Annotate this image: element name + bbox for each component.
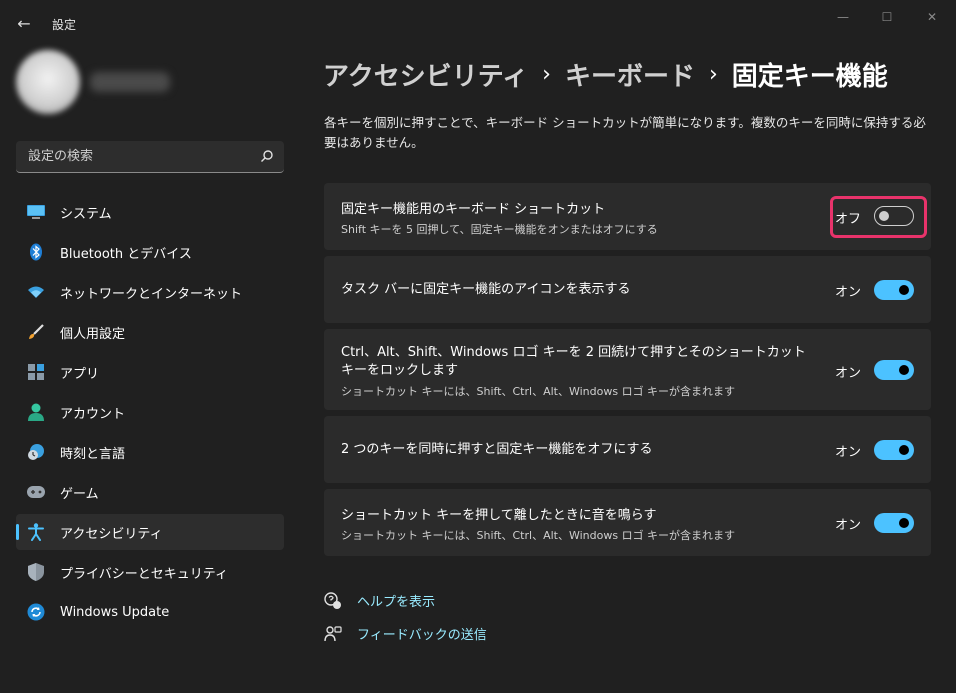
sidebar-item-accessibility[interactable]: アクセシビリティ: [16, 514, 284, 550]
minimize-icon: —: [837, 10, 849, 24]
toggle-state-label: オン: [834, 518, 861, 533]
lock-shortcut-keys-toggle[interactable]: [874, 360, 914, 380]
sidebar-item-label: Windows Update: [60, 604, 170, 620]
system-icon: [27, 203, 45, 221]
sidebar-item-windows-update[interactable]: Windows Update: [16, 594, 284, 630]
shield-icon: [27, 563, 45, 581]
search-box[interactable]: [16, 141, 284, 173]
setting-title: Ctrl、Alt、Shift、Windows ロゴ キーを 2 回続けて押すとそ…: [341, 345, 806, 360]
sidebar-item-label: ゲーム: [60, 486, 99, 502]
sidebar-item-personalization[interactable]: 個人用設定: [16, 314, 284, 350]
app-title: 設定: [52, 18, 77, 32]
close-button[interactable]: ✕: [918, 6, 946, 28]
setting-subtitle: ショートカット キーには、Shift、Ctrl、Alt、Windows ロゴ キ…: [341, 529, 736, 542]
page-title: 固定キー機能: [731, 62, 888, 92]
taskbar-icon-toggle[interactable]: [874, 280, 914, 300]
sidebar-item-time-language[interactable]: 時刻と言語: [16, 434, 284, 470]
title-bar: ← 設定 — ☐ ✕: [0, 0, 956, 48]
setting-title: タスク バーに固定キー機能のアイコンを表示する: [341, 282, 631, 297]
maximize-button[interactable]: ☐: [873, 6, 901, 28]
breadcrumb: アクセシビリティ › キーボード › 固定キー機能: [323, 56, 888, 93]
sidebar-item-label: アクセシビリティ: [60, 526, 163, 542]
sidebar-item-gaming[interactable]: ゲーム: [16, 474, 284, 510]
setting-title: ショートカット キーを押して離したときに音を鳴らす: [341, 508, 657, 523]
feedback-icon: [324, 625, 342, 641]
setting-subtitle: ショートカット キーには、Shift、Ctrl、Alt、Windows ロゴ キ…: [341, 385, 736, 398]
brush-icon: [27, 323, 45, 341]
feedback-link-label[interactable]: フィードバックの送信: [357, 624, 487, 643]
setting-two-keys-turn-off[interactable]: 2 つのキーを同時に押すと固定キー機能をオフにする オン: [324, 416, 931, 483]
sidebar-nav: システム Bluetooth とデバイス ネットワークとインターネット 個人用設…: [16, 194, 284, 634]
help-icon: [324, 591, 341, 609]
sidebar-item-bluetooth[interactable]: Bluetooth とデバイス: [16, 234, 284, 270]
toggle-state-label: オン: [834, 366, 861, 381]
sidebar-item-label: アカウント: [60, 406, 126, 422]
breadcrumb-accessibility[interactable]: アクセシビリティ: [323, 56, 528, 93]
setting-subtitle: Shift キーを 5 回押して、固定キー機能をオンまたはオフにする: [341, 223, 658, 236]
gamepad-icon: [27, 483, 45, 501]
sidebar-item-label: 時刻と言語: [60, 446, 126, 462]
setting-lock-shortcut-keys[interactable]: Ctrl、Alt、Shift、Windows ロゴ キーを 2 回続けて押すとそ…: [324, 329, 931, 410]
network-icon: [27, 283, 45, 301]
toggle-state-label: オン: [834, 445, 861, 460]
sidebar-item-label: システム: [60, 206, 112, 222]
page-description: 各キーを個別に押すことで、キーボード ショートカットが簡単になります。複数のキー…: [324, 115, 926, 150]
setting-taskbar-icon[interactable]: タスク バーに固定キー機能のアイコンを表示する オン: [324, 256, 931, 323]
minimize-button[interactable]: —: [829, 6, 857, 28]
sidebar-item-apps[interactable]: アプリ: [16, 354, 284, 390]
two-keys-turn-off-toggle[interactable]: [874, 440, 914, 460]
user-profile[interactable]: [12, 50, 292, 122]
sidebar-item-privacy-security[interactable]: プライバシーとセキュリティ: [16, 554, 284, 590]
breadcrumb-separator: ›: [708, 62, 718, 87]
accessibility-icon: [27, 523, 45, 541]
sidebar-item-network[interactable]: ネットワークとインターネット: [16, 274, 284, 310]
search-icon[interactable]: [260, 149, 274, 163]
setting-title-line2: キーをロックします: [341, 363, 459, 378]
maximize-icon: ☐: [881, 10, 893, 24]
play-sound-toggle[interactable]: [874, 513, 914, 533]
time-language-icon: [27, 443, 45, 461]
feedback-link[interactable]: フィードバックの送信: [324, 624, 487, 643]
toggle-state-label: オン: [834, 285, 861, 300]
update-icon: [27, 603, 45, 621]
help-link[interactable]: ヘルプを表示: [324, 591, 435, 610]
sidebar-item-label: Bluetooth とデバイス: [60, 246, 192, 262]
setting-title: 固定キー機能用のキーボード ショートカット: [341, 202, 606, 217]
setting-title: 2 つのキーを同時に押すと固定キー機能をオフにする: [341, 442, 653, 457]
breadcrumb-separator: ›: [542, 62, 551, 87]
apps-icon: [27, 363, 45, 381]
sidebar-item-label: プライバシーとセキュリティ: [60, 566, 228, 582]
bluetooth-icon: [27, 243, 45, 261]
sidebar-item-system[interactable]: システム: [16, 194, 284, 230]
sidebar-item-accounts[interactable]: アカウント: [16, 394, 284, 430]
close-icon: ✕: [926, 10, 938, 24]
account-icon: [27, 403, 45, 421]
sidebar-item-label: 個人用設定: [60, 326, 126, 342]
highlight-box: [830, 196, 927, 238]
search-input[interactable]: [16, 141, 246, 172]
setting-play-sound[interactable]: ショートカット キーを押して離したときに音を鳴らす ショートカット キーには、S…: [324, 489, 931, 556]
help-link-label[interactable]: ヘルプを表示: [357, 591, 435, 610]
sidebar-item-label: ネットワークとインターネット: [60, 286, 243, 302]
profile-name-blurred: [90, 72, 170, 92]
back-arrow-icon: ←: [17, 14, 31, 33]
avatar: [16, 50, 80, 114]
sidebar-item-label: アプリ: [60, 366, 100, 382]
breadcrumb-keyboard[interactable]: キーボード: [565, 56, 695, 93]
back-button[interactable]: ←: [14, 14, 34, 34]
